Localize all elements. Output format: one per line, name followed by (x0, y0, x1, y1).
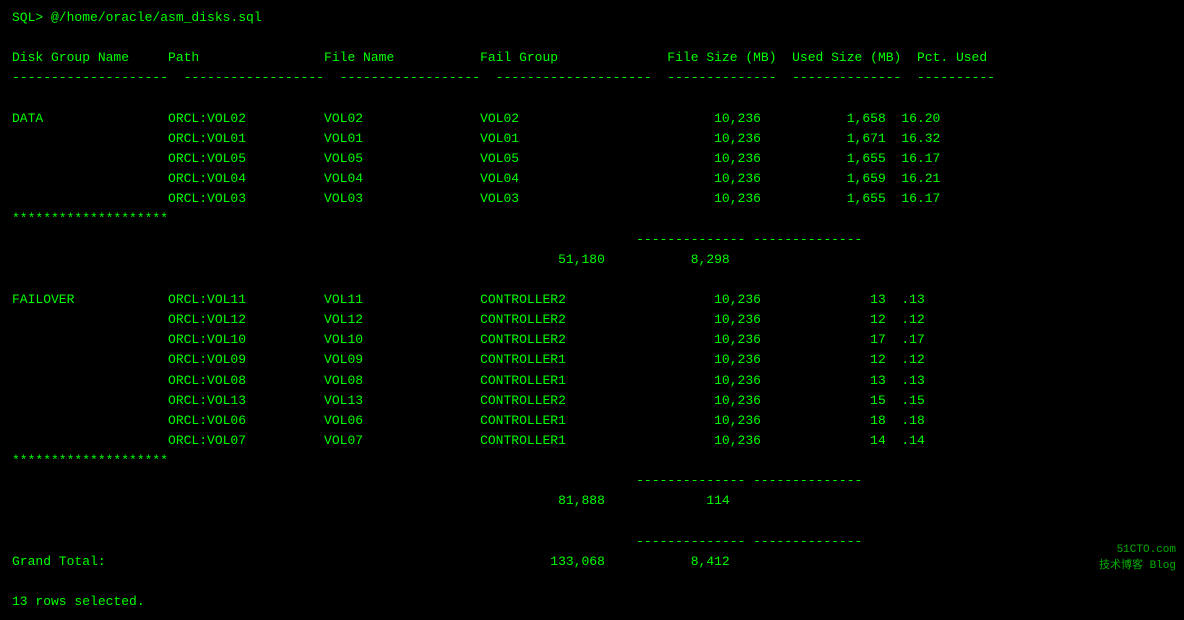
sql-prompt: SQL> @/home/oracle/asm_disks.sql (12, 8, 1172, 28)
table-row: ORCL:VOL08 VOL08 CONTROLLER1 10,236 13 .… (12, 371, 1172, 391)
data-stars: ******************** (12, 209, 1172, 229)
grand-total: Grand Total: 133,068 8,412 (12, 552, 1172, 572)
terminal: SQL> @/home/oracle/asm_disks.sql Disk Gr… (12, 8, 1172, 612)
watermark: 51CTO.com 技术博客 Blog (1099, 543, 1176, 574)
footer: 13 rows selected. (12, 592, 1172, 612)
table-row: ORCL:VOL04 VOL04 VOL04 10,236 1,659 16.2… (12, 169, 1172, 189)
data-rows: DATA ORCL:VOL02 VOL02 VOL02 10,236 1,658… (12, 109, 1172, 210)
table-row: ORCL:VOL01 VOL01 VOL01 10,236 1,671 16.3… (12, 129, 1172, 149)
table-row: DATA ORCL:VOL02 VOL02 VOL02 10,236 1,658… (12, 109, 1172, 129)
watermark-line1: 51CTO.com (1099, 543, 1176, 558)
table-row: ORCL:VOL07 VOL07 CONTROLLER1 10,236 14 .… (12, 431, 1172, 451)
grand-sep: -------------- -------------- (12, 532, 1172, 552)
failover-rows: FAILOVER ORCL:VOL11 VOL11 CONTROLLER2 10… (12, 290, 1172, 451)
table-row: FAILOVER ORCL:VOL11 VOL11 CONTROLLER2 10… (12, 290, 1172, 310)
blank5 (12, 572, 1172, 592)
failover-subtotal-sep: -------------- -------------- (12, 471, 1172, 491)
table-row: ORCL:VOL06 VOL06 CONTROLLER1 10,236 18 .… (12, 411, 1172, 431)
data-subtotal: 51,180 8,298 (12, 250, 1172, 270)
blank4 (12, 512, 1172, 532)
blank3 (12, 270, 1172, 290)
watermark-line2: 技术博客 Blog (1099, 559, 1176, 574)
table-row: ORCL:VOL13 VOL13 CONTROLLER2 10,236 15 .… (12, 391, 1172, 411)
header-separator: -------------------- ------------------ … (12, 68, 1172, 88)
table-header: Disk Group Name Path File Name Fail Grou… (12, 48, 1172, 68)
blank2 (12, 89, 1172, 109)
blank1 (12, 28, 1172, 48)
table-row: ORCL:VOL12 VOL12 CONTROLLER2 10,236 12 .… (12, 310, 1172, 330)
data-subtotal-sep: -------------- -------------- (12, 230, 1172, 250)
table-row: ORCL:VOL10 VOL10 CONTROLLER2 10,236 17 .… (12, 330, 1172, 350)
failover-stars: ******************** (12, 451, 1172, 471)
failover-subtotal: 81,888 114 (12, 491, 1172, 511)
table-row: ORCL:VOL03 VOL03 VOL03 10,236 1,655 16.1… (12, 189, 1172, 209)
table-row: ORCL:VOL09 VOL09 CONTROLLER1 10,236 12 .… (12, 350, 1172, 370)
table-row: ORCL:VOL05 VOL05 VOL05 10,236 1,655 16.1… (12, 149, 1172, 169)
